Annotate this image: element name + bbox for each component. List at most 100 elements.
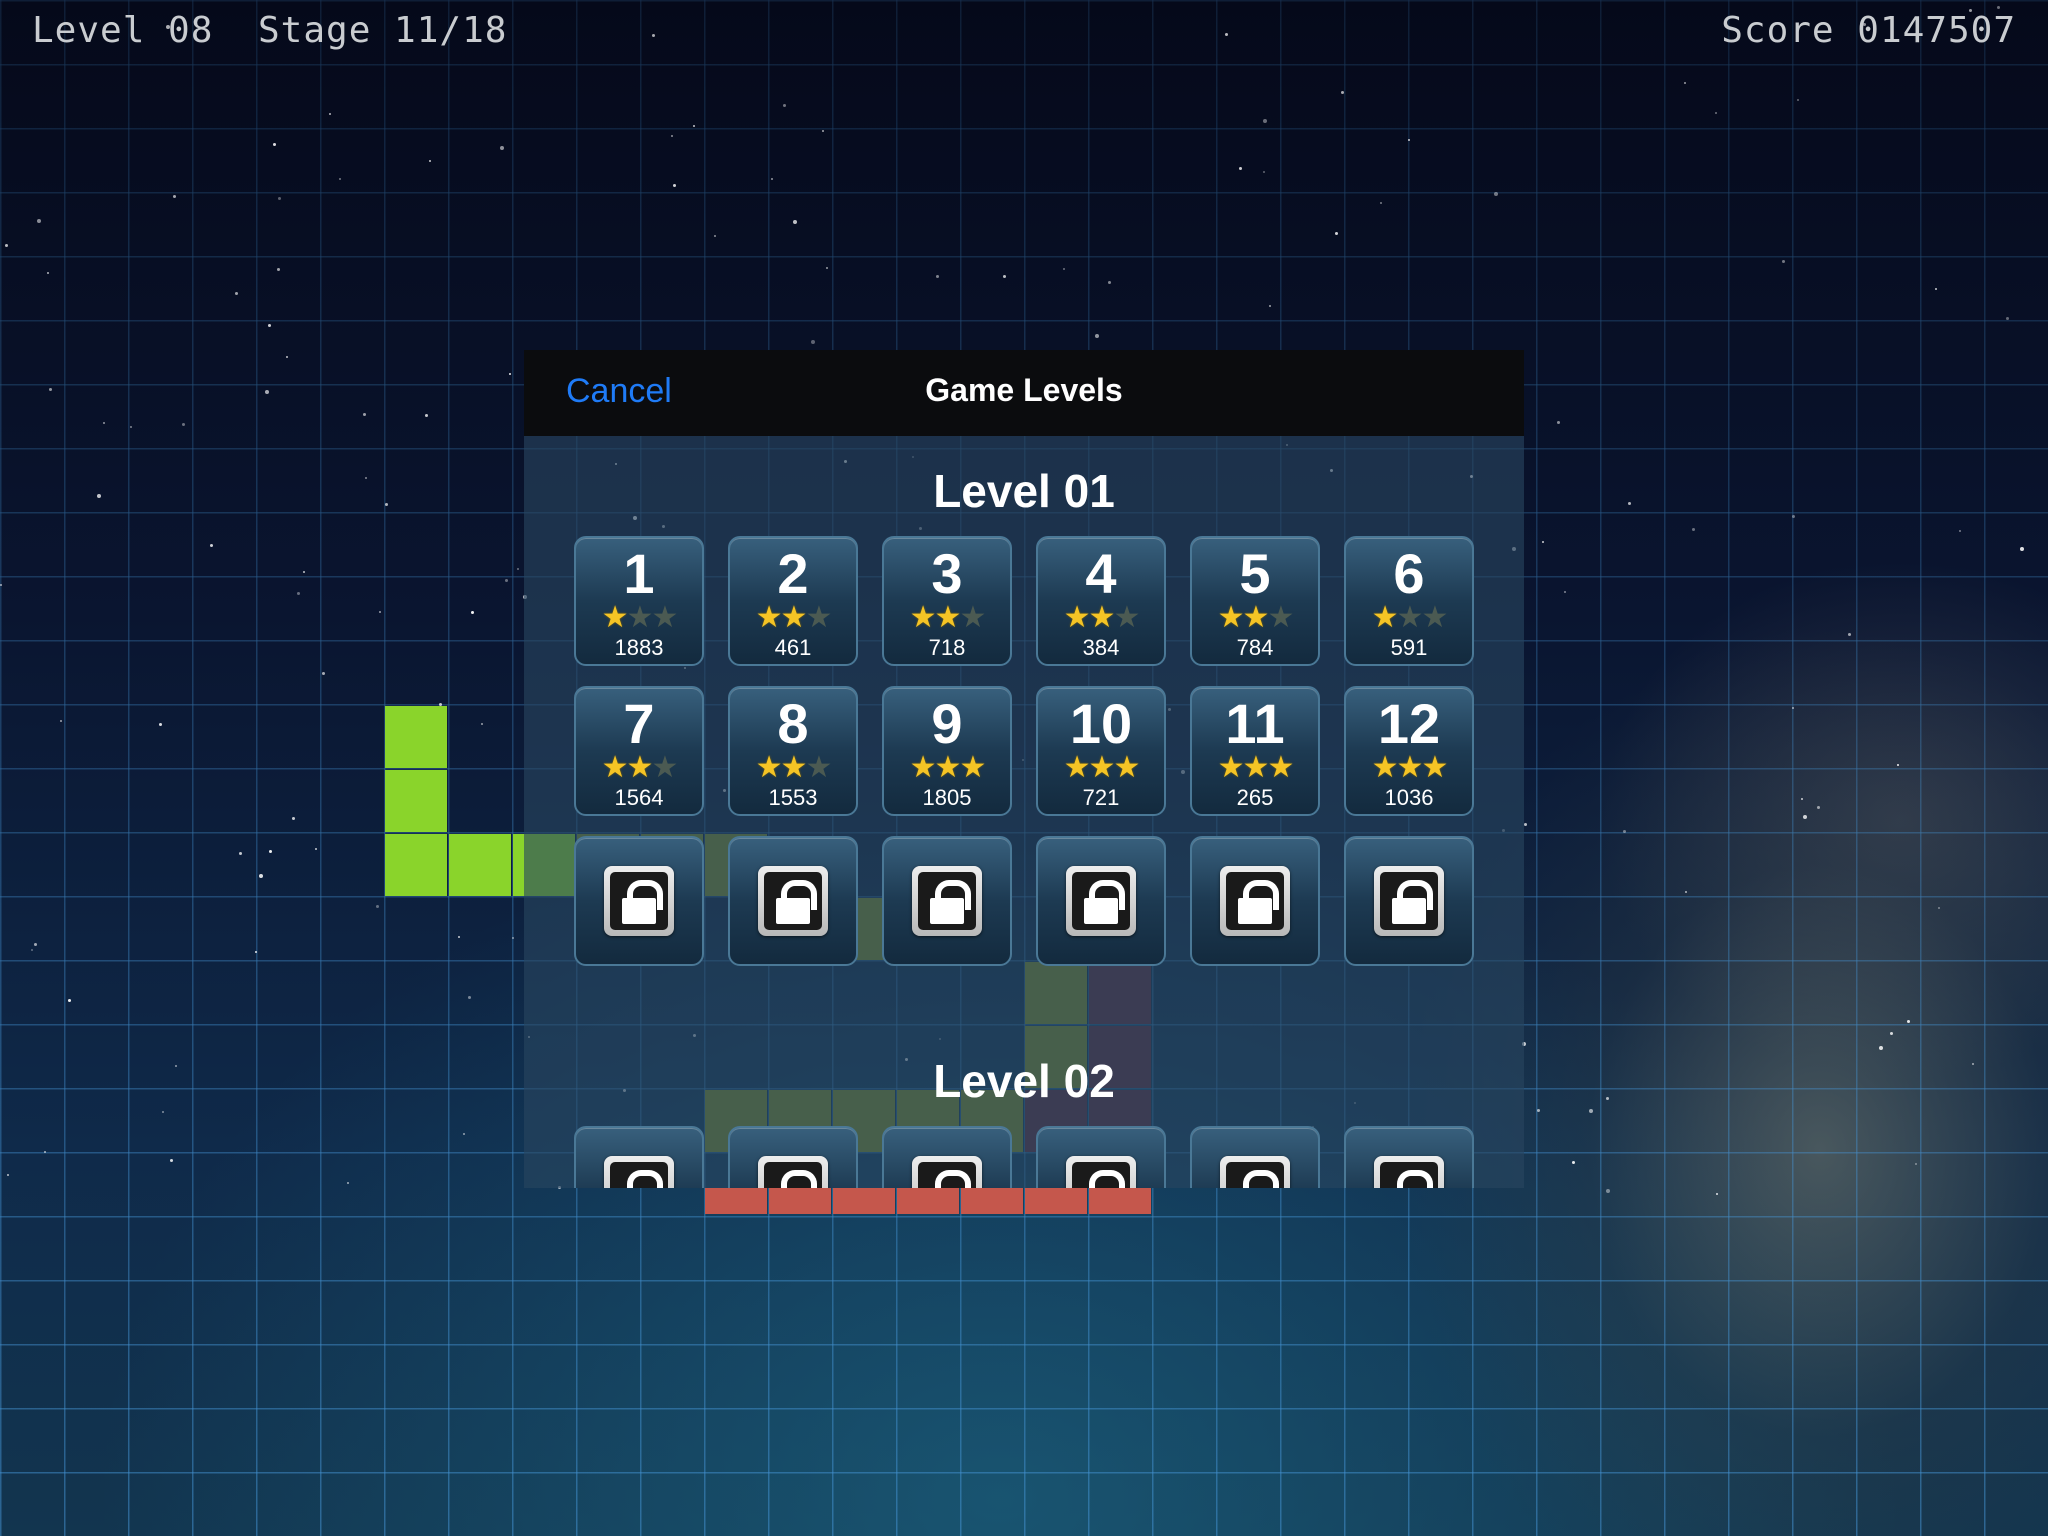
star-icon: ★	[1371, 601, 1399, 634]
stage-number: 7	[623, 692, 655, 755]
star-dot	[1801, 798, 1803, 800]
star-dot	[297, 592, 300, 595]
stage-score: 384	[1082, 635, 1120, 660]
lock-icon	[1220, 866, 1290, 936]
star-dot	[517, 568, 519, 570]
star-icon: ★	[1267, 751, 1294, 784]
locked-stage-button[interactable]	[1344, 1126, 1474, 1188]
piece-block	[705, 1188, 767, 1214]
stage-score: 1883	[614, 635, 664, 660]
locked-stage-button[interactable]	[728, 836, 858, 966]
game-levels-dialog: Cancel Game Levels Level 01 1 ★★★ 1883 2 ★★★…	[524, 350, 1524, 1188]
locked-stage-button[interactable]	[1036, 836, 1166, 966]
stage-button-12[interactable]: 12 ★★★ 1036	[1344, 686, 1474, 816]
star-dot	[159, 723, 162, 726]
star-dot	[162, 1111, 164, 1113]
dialog-header: Cancel Game Levels	[524, 350, 1524, 436]
star-dot	[303, 571, 305, 573]
stage-button-1[interactable]: 1 ★★★ 1883	[574, 536, 704, 666]
stage-number: 2	[777, 542, 809, 605]
stage-score: 461	[774, 635, 812, 660]
stage-button-9[interactable]: 9 ★★★ 1805	[882, 686, 1012, 816]
star-icon: ★	[934, 601, 962, 634]
star-dot	[468, 996, 471, 999]
locked-stage-button[interactable]	[882, 1126, 1012, 1188]
locked-stage-button[interactable]	[728, 1126, 858, 1188]
star-rating: ★★★	[884, 602, 1010, 634]
stage-score: 784	[1236, 635, 1274, 660]
locked-stage-button[interactable]	[574, 1126, 704, 1188]
star-dot	[1972, 1063, 1974, 1065]
locked-stage-button[interactable]	[574, 836, 704, 966]
stage-button-4[interactable]: 4 ★★★ 384	[1036, 536, 1166, 666]
level-list[interactable]: Level 01 1 ★★★ 1883 2 ★★★ 461 3 ★★★ 718 4 ★★★ 384 5 ★…	[524, 436, 1524, 1188]
stage-number: 9	[931, 692, 963, 755]
star-dot	[425, 414, 428, 417]
star-dot	[1606, 1189, 1610, 1193]
star-icon: ★	[959, 751, 986, 784]
star-dot	[37, 219, 41, 223]
star-dot	[170, 1159, 173, 1162]
stage-score: 1805	[922, 785, 972, 810]
star-icon: ★	[909, 601, 937, 634]
stage-button-7[interactable]: 7 ★★★ 1564	[574, 686, 704, 816]
star-dot	[44, 1151, 46, 1153]
star-dot	[322, 672, 325, 675]
star-rating: ★★★	[1346, 602, 1472, 634]
hud-stage: Stage 11/18	[258, 10, 508, 51]
star-dot	[429, 160, 431, 162]
star-dot	[671, 135, 673, 137]
stage-button-8[interactable]: 8 ★★★ 1553	[728, 686, 858, 816]
stage-button-11[interactable]: 11 ★★★ 265	[1190, 686, 1320, 816]
locked-stage-button[interactable]	[882, 836, 1012, 966]
star-dot	[1685, 891, 1687, 893]
star-dot	[2020, 547, 2024, 551]
star-dot	[936, 275, 939, 278]
star-dot	[481, 723, 483, 725]
star-dot	[1225, 33, 1228, 36]
star-dot	[365, 477, 367, 479]
stage-button-3[interactable]: 3 ★★★ 718	[882, 536, 1012, 666]
star-rating: ★★★	[1038, 602, 1164, 634]
star-dot	[376, 905, 379, 908]
stage-button-2[interactable]: 2 ★★★ 461	[728, 536, 858, 666]
star-icon: ★	[1421, 751, 1448, 784]
star-dot	[1792, 707, 1794, 709]
star-dot	[292, 817, 295, 820]
star-dot	[0, 584, 2, 586]
locked-stage-button[interactable]	[1344, 836, 1474, 966]
stage-button-6[interactable]: 6 ★★★ 591	[1344, 536, 1474, 666]
stage-number: 6	[1393, 542, 1425, 605]
star-dot	[1879, 1046, 1883, 1050]
star-dot	[1108, 281, 1111, 284]
stage-button-5[interactable]: 5 ★★★ 784	[1190, 536, 1320, 666]
star-dot	[103, 422, 105, 424]
locked-stage-button[interactable]	[1036, 1126, 1166, 1188]
locked-stage-button[interactable]	[1190, 836, 1320, 966]
star-dot	[500, 146, 504, 150]
star-dot	[1341, 91, 1344, 94]
locked-stage-button[interactable]	[1190, 1126, 1320, 1188]
star-dot	[652, 34, 655, 37]
star-icon: ★	[1088, 601, 1116, 634]
star-dot	[1935, 288, 1937, 290]
star-dot	[505, 579, 508, 582]
star-icon: ★	[780, 751, 808, 784]
star-dot	[1959, 530, 1961, 532]
star-dot	[97, 494, 101, 498]
star-dot	[130, 426, 132, 428]
stage-number: 3	[931, 542, 963, 605]
star-dot	[714, 235, 716, 237]
star-dot	[1095, 334, 1099, 338]
star-dot	[1537, 1109, 1540, 1112]
piece-block	[897, 1188, 959, 1214]
lock-icon	[604, 1156, 674, 1188]
stage-button-10[interactable]: 10 ★★★ 721	[1036, 686, 1166, 816]
star-dot	[2006, 317, 2009, 320]
stage-number: 8	[777, 692, 809, 755]
star-rating: ★★★	[576, 752, 702, 784]
lock-icon	[604, 866, 674, 936]
stage-score: 1036	[1384, 785, 1434, 810]
star-dot	[1263, 119, 1267, 123]
star-dot	[31, 949, 33, 951]
